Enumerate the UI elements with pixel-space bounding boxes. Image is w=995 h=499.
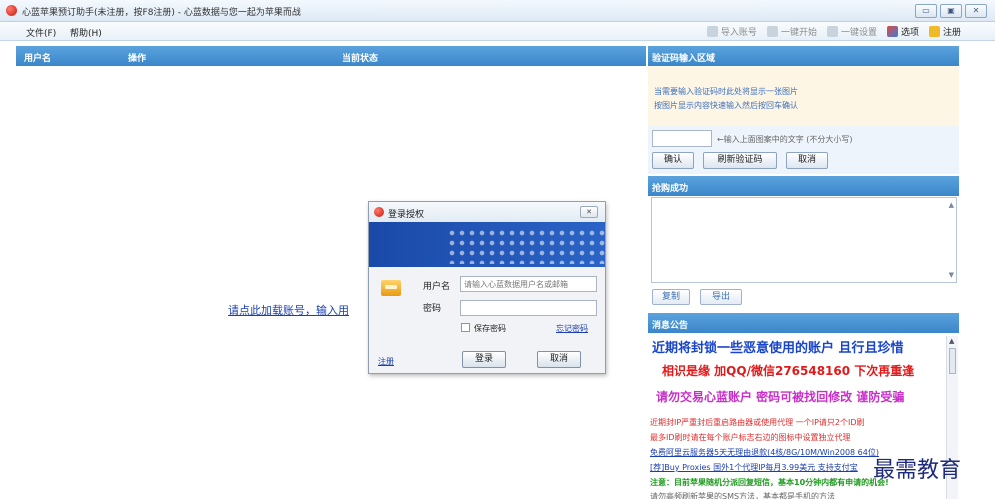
window-controls: ▭ ▣ ✕ bbox=[915, 4, 987, 18]
card-icon bbox=[381, 280, 401, 296]
username-input[interactable] bbox=[460, 276, 597, 292]
password-input[interactable] bbox=[460, 300, 597, 316]
window-title: 心蓝苹果预订助手(未注册，按F8注册) - 心蓝数据与您一起为苹果而战 bbox=[22, 8, 301, 18]
captcha-confirm-button[interactable]: 确认 bbox=[652, 152, 694, 169]
notice-line: 请勿交易心蓝账户 密码可被找回修改 谨防受骗 bbox=[656, 390, 905, 404]
banner-dots bbox=[447, 228, 605, 264]
notice-line: 近期将封锁一些恶意使用的账户 且行且珍惜 bbox=[652, 341, 904, 356]
password-label: 密码 bbox=[423, 304, 442, 314]
login-dialog: 登录授权 ✕ 用户名 密码 保存密码 忘记密码 注册 登录 取消 bbox=[368, 201, 606, 374]
remember-password-label: 保存密码 bbox=[474, 324, 506, 333]
captcha-hint-1: 当需要输入验证码时此处将显示一张图片 bbox=[654, 87, 798, 96]
dialog-close-button[interactable]: ✕ bbox=[580, 206, 598, 218]
login-button[interactable]: 登录 bbox=[462, 351, 506, 368]
dialog-title: 登录授权 bbox=[388, 210, 425, 220]
captcha-cancel-button[interactable]: 取消 bbox=[786, 152, 828, 169]
export-button[interactable]: 导出 bbox=[700, 289, 742, 305]
captcha-input-hint: ←输入上面图案中的文字 (不分大小写) bbox=[717, 135, 853, 144]
maximize-button[interactable]: ▣ bbox=[940, 4, 962, 18]
import-accounts-button[interactable]: 导入账号 bbox=[706, 25, 757, 38]
toolbar: 导入账号 一键开始 一键设置 选项 注册 bbox=[706, 25, 961, 38]
one-click-settings-button[interactable]: 一键设置 bbox=[826, 25, 877, 38]
column-username[interactable]: 用户名 bbox=[24, 51, 51, 64]
import-icon bbox=[706, 26, 718, 37]
title-bar: 心蓝苹果预订助手(未注册，按F8注册) - 心蓝数据与您一起为苹果而战 ▭ ▣ … bbox=[0, 0, 995, 22]
options-icon bbox=[886, 26, 898, 37]
captcha-input[interactable] bbox=[652, 130, 712, 147]
copy-button[interactable]: 复制 bbox=[652, 289, 690, 305]
notice-link[interactable]: 免费阿里云服务器5天无理由退款(4核/8G/10M/Win2008 64位) bbox=[650, 447, 879, 458]
scroll-up-icon[interactable]: ▲ bbox=[949, 201, 954, 209]
result-textarea[interactable]: ▲ ▼ bbox=[651, 197, 957, 283]
notice-link[interactable]: [荐]Buy Proxies 国外1个代理IP每月3.99美元 支持支付宝 bbox=[650, 462, 858, 473]
options-button[interactable]: 选项 bbox=[886, 25, 919, 38]
notice-line: 最多ID刷时请在每个账户标志右边的图标中设置独立代理 bbox=[650, 433, 851, 442]
minimize-button[interactable]: ▭ bbox=[915, 4, 937, 18]
scrollbar-thumb[interactable] bbox=[949, 348, 956, 374]
notice-line: 请勿高频刷新苹果的SMS方法，基本都是手机的方法 bbox=[650, 492, 836, 499]
load-accounts-link[interactable]: 请点此加载账号，输入用 bbox=[228, 302, 349, 318]
result-header: 抢购成功 bbox=[648, 176, 959, 196]
register-link[interactable]: 注册 bbox=[378, 356, 394, 367]
scroll-up-icon[interactable]: ▲ bbox=[949, 337, 954, 345]
menu-file[interactable]: 文件(F) bbox=[26, 26, 56, 39]
user-settings-icon bbox=[826, 26, 838, 37]
dialog-title-bar: 登录授权 ✕ bbox=[369, 202, 605, 222]
notice-line: 注意：目前苹果随机分派回复短信，基本10分钟内都有申请的机会! bbox=[650, 478, 889, 487]
dialog-banner bbox=[369, 222, 605, 267]
notice-line: 相识是缘 加QQ/微信276548160 下次再重逢 bbox=[662, 364, 915, 378]
remember-password-checkbox[interactable] bbox=[461, 323, 470, 332]
captcha-hint-2: 按图片显示内容快速输入然后按回车确认 bbox=[654, 101, 798, 110]
menu-help[interactable]: 帮助(H) bbox=[70, 26, 102, 39]
notice-line: 近期封IP严重封后重启路由器或使用代理 一个IP请只2个ID刷 bbox=[650, 418, 865, 427]
watermark: 最需教育 bbox=[873, 458, 962, 483]
dialog-body: 用户名 密码 保存密码 忘记密码 注册 登录 取消 bbox=[369, 267, 605, 373]
column-status[interactable]: 当前状态 bbox=[342, 51, 378, 64]
one-click-start-button[interactable]: 一键开始 bbox=[766, 25, 817, 38]
key-icon bbox=[928, 26, 940, 37]
menu-bar: 文件(F) 帮助(H) 导入账号 一键开始 一键设置 选项 注册 bbox=[0, 22, 995, 41]
refresh-captcha-button[interactable]: 刷新验证码 bbox=[703, 152, 777, 169]
notice-header: 消息公告 bbox=[648, 313, 959, 333]
start-icon bbox=[766, 26, 778, 37]
close-button[interactable]: ✕ bbox=[965, 4, 987, 18]
username-label: 用户名 bbox=[423, 282, 451, 292]
column-operation[interactable]: 操作 bbox=[128, 51, 146, 64]
account-list-header: 用户名 操作 当前状态 bbox=[16, 46, 646, 66]
app-icon bbox=[374, 207, 384, 217]
forgot-password-link[interactable]: 忘记密码 bbox=[556, 323, 588, 334]
captcha-image-area: 当需要输入验证码时此处将显示一张图片 按图片显示内容快速输入然后按回车确认 bbox=[648, 66, 959, 126]
scroll-down-icon[interactable]: ▼ bbox=[949, 271, 954, 279]
dialog-cancel-button[interactable]: 取消 bbox=[537, 351, 581, 368]
app-icon bbox=[6, 5, 17, 16]
captcha-header: 验证码输入区域 bbox=[648, 46, 959, 66]
register-button[interactable]: 注册 bbox=[928, 25, 961, 38]
